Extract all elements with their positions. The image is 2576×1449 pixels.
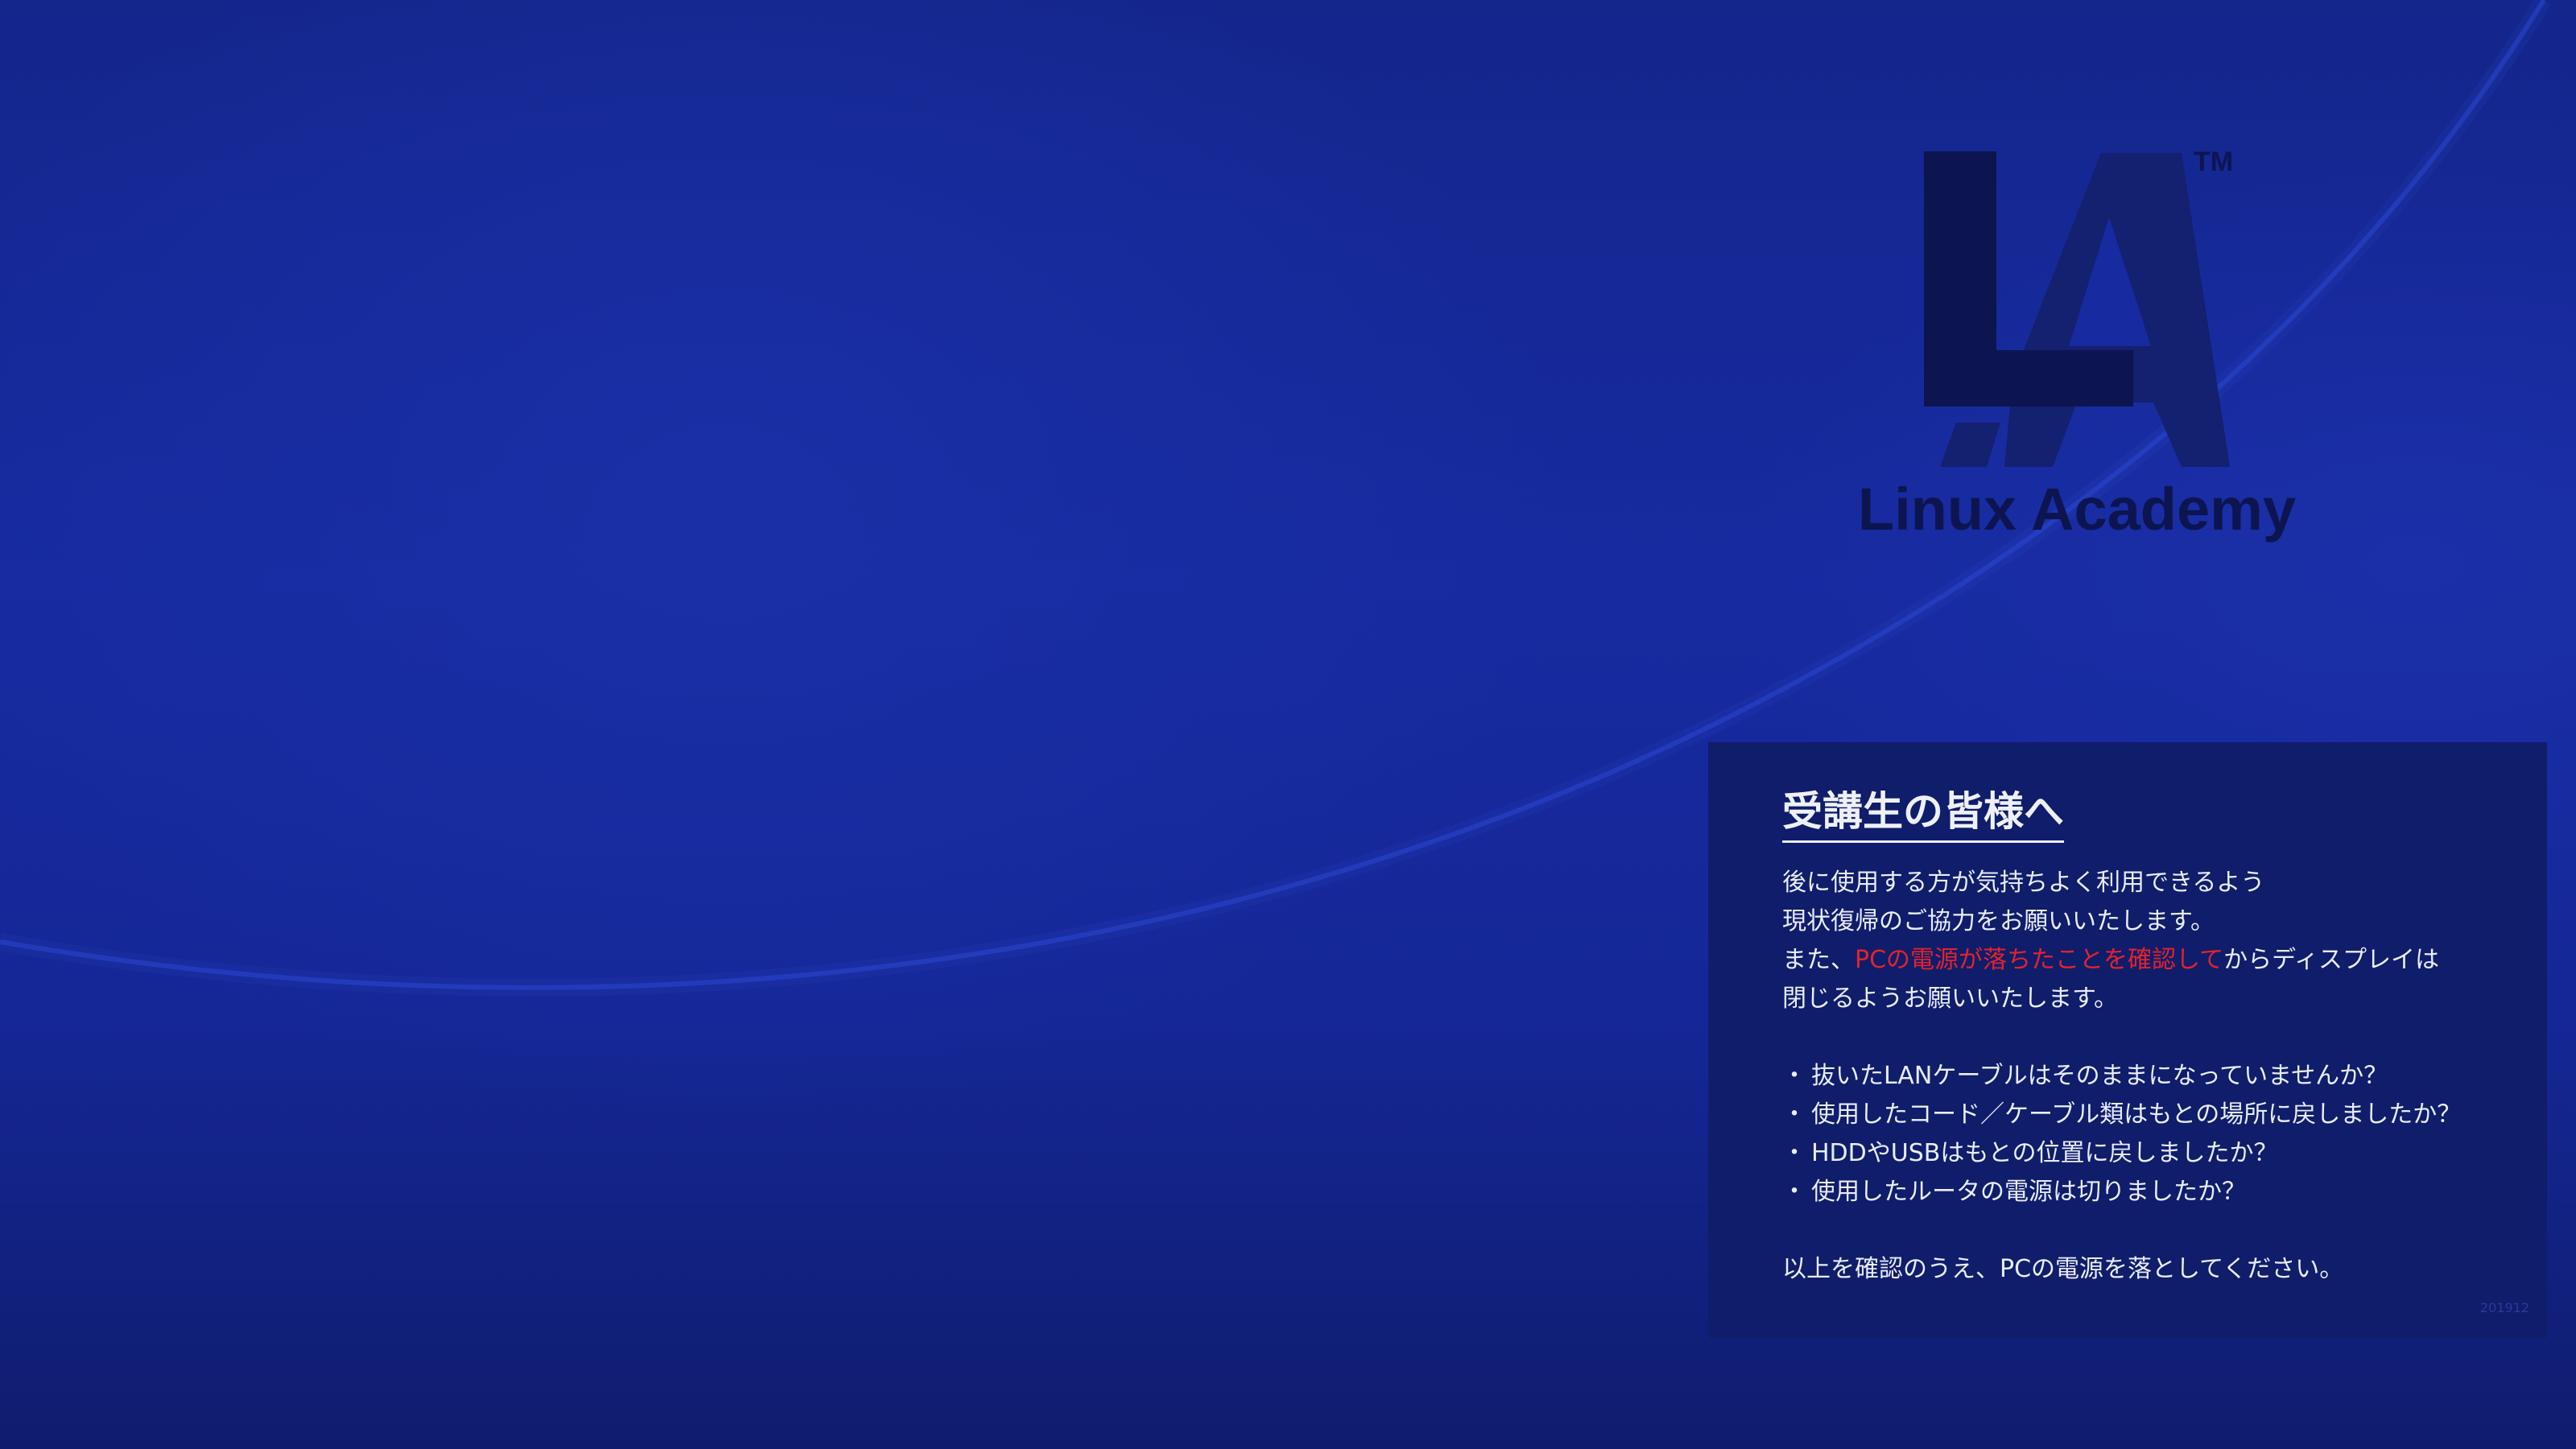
- intro-line-3-suffix: からディスプレイは: [2223, 946, 2440, 974]
- bullet-icon: ・: [1782, 1062, 1806, 1090]
- checklist-item-text: HDDやUSBはもとの位置に戻しましたか？: [1811, 1139, 2278, 1167]
- power-off-warning: PCの電源が落ちたことを確認して: [1855, 946, 2224, 974]
- version-stamp: 201912: [2479, 1300, 2529, 1315]
- bullet-icon: ・: [1782, 1100, 1806, 1129]
- checklist-item: ・抜いたLANケーブルはそのままになっていませんか？: [1782, 1057, 2475, 1096]
- intro-line-3-prefix: また、: [1782, 946, 1855, 974]
- la-logo-mark-icon: [1924, 151, 2230, 467]
- intro-line-1: 後に使用する方が気持ちよく利用できるよう: [1782, 869, 2265, 897]
- checklist-item-text: 使用したルータの電源は切りましたか？: [1811, 1178, 2246, 1206]
- notice-body: 後に使用する方が気持ちよく利用できるよう 現状復帰のご協力をお願いいたします。 …: [1782, 864, 2475, 1289]
- closing-instruction: 以上を確認のうえ、PCの電源を落としてください。: [1782, 1255, 2344, 1283]
- intro-line-4: 閉じるようお願いいたします。: [1782, 985, 2118, 1013]
- logo-wordmark: Linux Academy: [1857, 476, 2297, 543]
- checklist-item-text: 使用したコード／ケーブル類はもとの場所に戻しましたか？: [1811, 1100, 2462, 1129]
- checklist-item: ・使用したコード／ケーブル類はもとの場所に戻しましたか？: [1782, 1096, 2475, 1134]
- notice-title: 受講生の皆様へ: [1782, 787, 2064, 843]
- linux-academy-logo: TM Linux Academy: [1835, 137, 2318, 555]
- checklist-item: ・使用したルータの電源は切りましたか？: [1782, 1173, 2475, 1212]
- intro-line-3: また、PCの電源が落ちたことを確認してからディスプレイは: [1782, 941, 2475, 980]
- checklist-item: ・ HDDやUSBはもとの位置に戻しましたか？: [1782, 1134, 2475, 1173]
- bullet-icon: ・: [1782, 1139, 1806, 1167]
- notice-panel: 受講生の皆様へ 後に使用する方が気持ちよく利用できるよう 現状復帰のご協力をお願…: [1708, 742, 2547, 1338]
- trademark-label: TM: [2194, 147, 2234, 177]
- bullet-icon: ・: [1782, 1178, 1806, 1206]
- desktop-wallpaper: TM Linux Academy 受講生の皆様へ 後に使用する方が気持ちよく利用…: [0, 0, 2576, 1449]
- intro-line-2: 現状復帰のご協力をお願いいたします。: [1782, 907, 2215, 935]
- checklist-item-text: 抜いたLANケーブルはそのままになっていませんか？: [1811, 1062, 2388, 1090]
